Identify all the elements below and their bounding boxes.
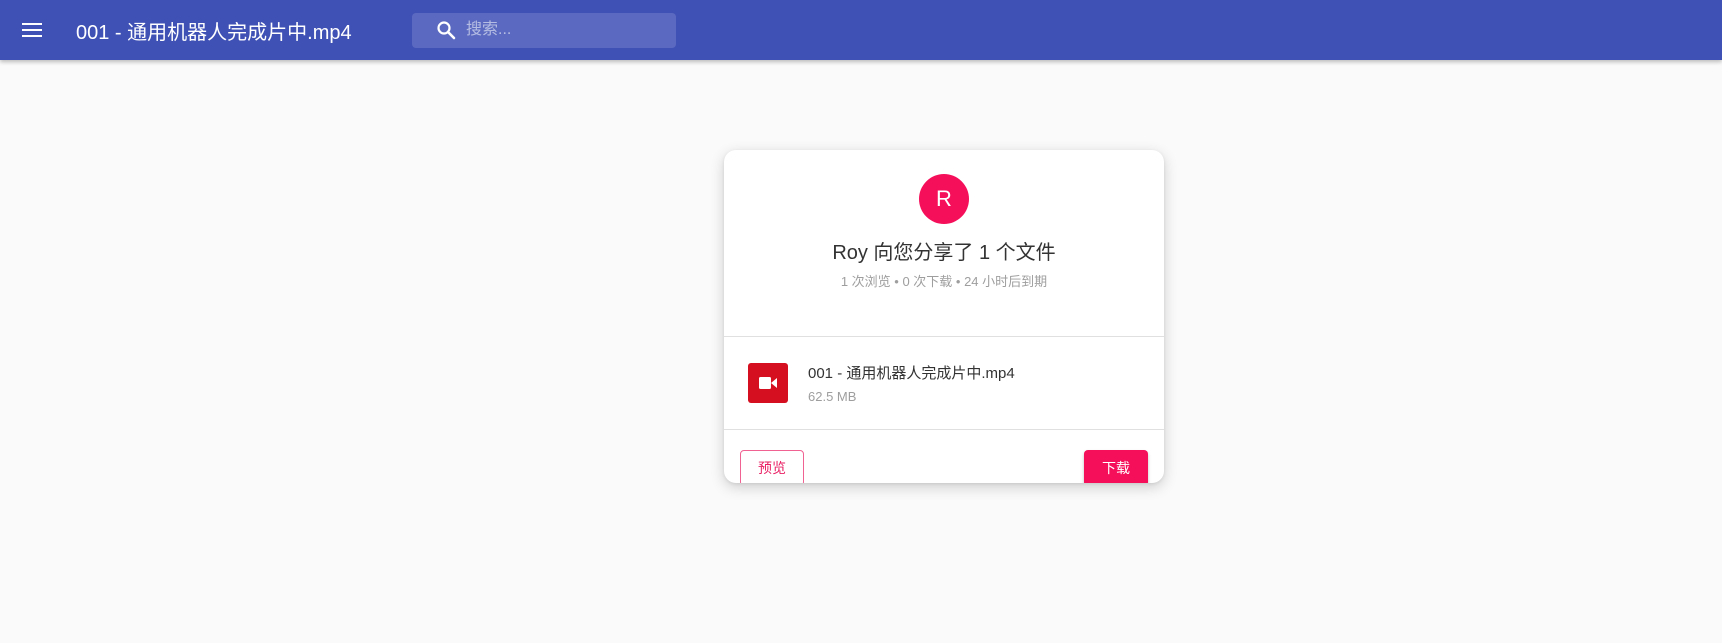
menu-icon: [22, 23, 42, 37]
search-input[interactable]: [456, 12, 676, 48]
share-title: Roy 向您分享了 1 个文件: [832, 242, 1056, 264]
preview-button[interactable]: 预览: [740, 450, 804, 483]
share-meta: 1 次浏览 • 0 次下载 • 24 小时后到期: [840, 274, 1048, 289]
share-card: R Roy 向您分享了 1 个文件 1 次浏览 • 0 次下载 • 24 小时后…: [724, 150, 1164, 483]
file-name: 001 - 通用机器人完成片中.mp4: [808, 365, 1015, 382]
share-header: R Roy 向您分享了 1 个文件 1 次浏览 • 0 次下载 • 24 小时后…: [724, 174, 1164, 337]
download-button[interactable]: 下载: [1084, 450, 1148, 483]
video-file-icon: [748, 363, 788, 403]
search-icon: [437, 21, 456, 40]
avatar: R: [919, 174, 969, 224]
video-camera-icon: [759, 377, 777, 389]
card-actions: 预览 下载: [724, 430, 1164, 483]
search-box[interactable]: [412, 12, 676, 48]
file-size: 62.5 MB: [808, 389, 857, 404]
menu-button[interactable]: [0, 0, 64, 60]
file-list-item[interactable]: 001 - 通用机器人完成片中.mp4 62.5 MB: [724, 337, 1164, 430]
file-info: 001 - 通用机器人完成片中.mp4 62.5 MB: [808, 362, 1015, 404]
page-title: 001 - 通用机器人完成片中.mp4: [76, 21, 352, 44]
app-bar: 001 - 通用机器人完成片中.mp4: [0, 0, 1722, 60]
